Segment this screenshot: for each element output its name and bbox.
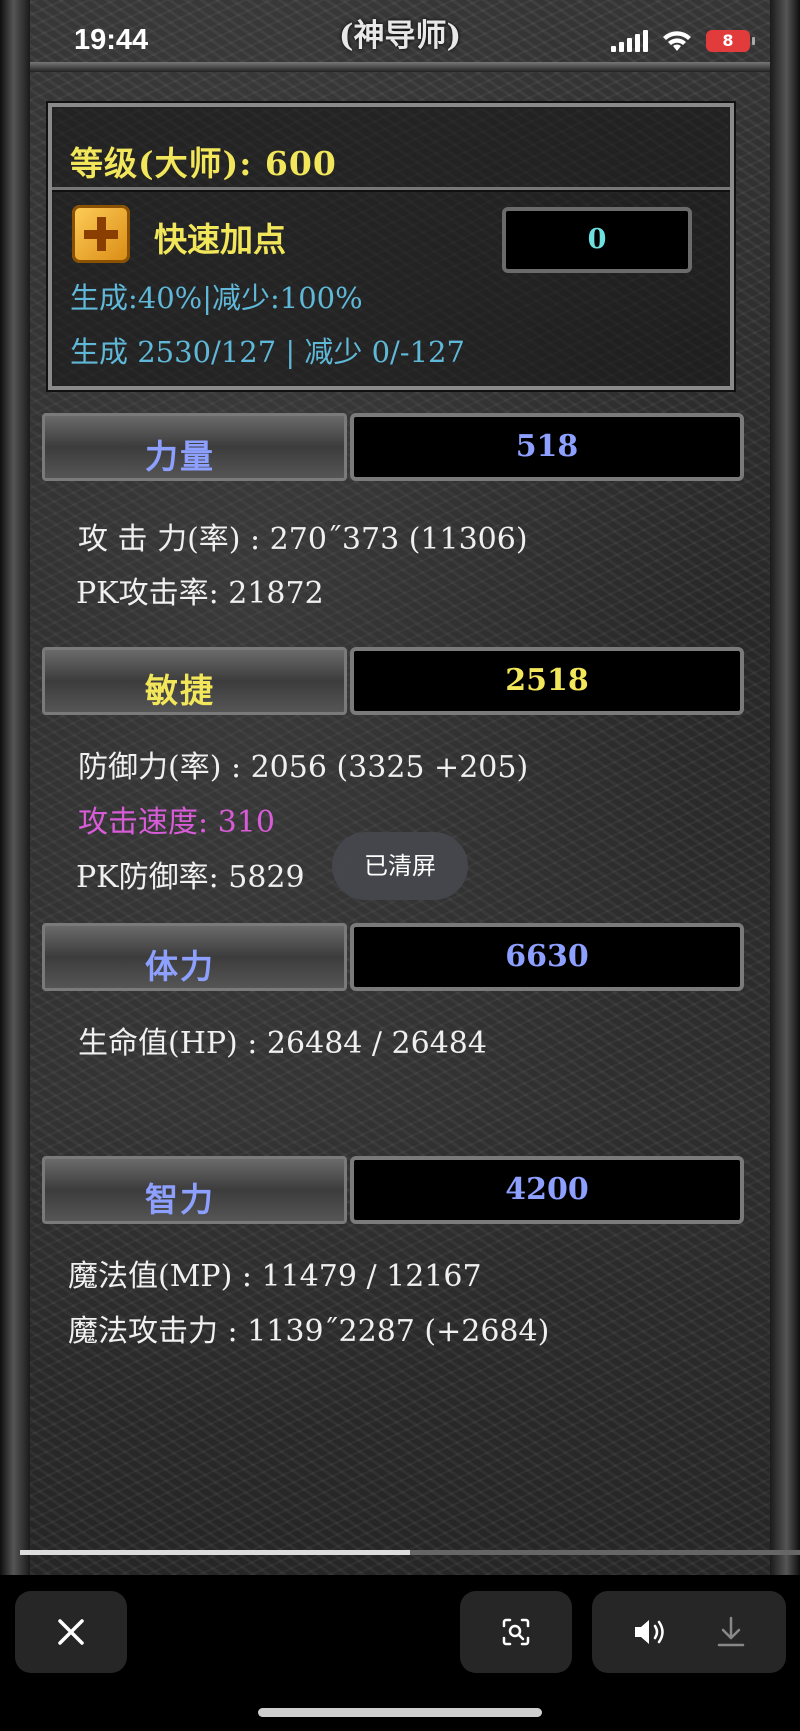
generation-amount-text: 生成 2530/127 | 减少 0/-127 [70,335,465,369]
home-indicator[interactable] [258,1708,542,1717]
stat-name-label: 力量 [145,437,215,476]
volume-icon[interactable] [631,1616,671,1648]
screen-cleared-toast: 已清屏 [332,832,468,900]
stat-name-label: 体力 [145,947,215,986]
attack-speed-line: 攻击速度: 310 [78,805,275,840]
stat-name-button[interactable]: 力量 [42,413,347,481]
quick-add-plus-icon[interactable] [72,205,130,263]
game-screen: 19:44 (神导师) 8 等级(大师): 600 快速加点 0 生成:40%|… [0,0,800,1575]
frame-left-border [0,0,30,1575]
screenshot-scan-icon [502,1618,530,1646]
frame-top-border [30,62,770,72]
level-row: 等级(大师): 600 [52,107,730,190]
stat-name-label: 敏捷 [145,671,215,710]
battery-icon: 8 [706,30,755,52]
stat-bar-stamina[interactable]: 体力 6630 [42,923,744,991]
stat-name-label: 智力 [145,1180,215,1219]
hp-line: 生命值(HP) : 26484 / 26484 [78,1026,487,1061]
status-icons: 8 [611,30,755,52]
stat-bar-agility[interactable]: 敏捷 2518 [42,647,744,715]
magic-attack-line: 魔法攻击力 : 1139˝2287 (+2684) [68,1314,550,1349]
level-label: 等级(大师): 600 [70,144,337,183]
cellular-signal-icon [611,30,648,52]
pk-defense-rate-line: PK防御率: 5829 [76,860,305,895]
free-points-field[interactable]: 0 [502,207,692,273]
video-progress-bar[interactable] [20,1550,800,1555]
stat-value-field[interactable]: 2518 [350,647,744,715]
stat-bar-strength[interactable]: 力量 518 [42,413,744,481]
stat-bar-intelligence[interactable]: 智力 4200 [42,1156,744,1224]
frame-right-border [770,0,800,1575]
bottom-toolbar [0,1575,800,1731]
stat-value-field[interactable]: 6630 [350,923,744,991]
stat-name-button[interactable]: 敏捷 [42,647,347,715]
media-controls [592,1591,786,1673]
screenshot-scan-button[interactable] [460,1591,572,1673]
mp-line: 魔法值(MP) : 11479 / 12167 [68,1259,482,1294]
generation-rate-text: 生成:40%|减少:100% [70,281,363,315]
stat-value-field[interactable]: 4200 [350,1156,744,1224]
stat-name-button[interactable]: 智力 [42,1156,347,1224]
stat-name-button[interactable]: 体力 [42,923,347,991]
defense-line: 防御力(率) : 2056 (3325 +205) [78,750,529,785]
attribute-summary-panel: 等级(大师): 600 快速加点 0 生成:40%|减少:100% 生成 253… [48,103,734,390]
pk-attack-rate-line: PK攻击率: 21872 [76,576,324,611]
quick-add-label: 快速加点 [154,220,286,259]
close-button[interactable] [15,1591,127,1673]
stat-value-field[interactable]: 518 [350,413,744,481]
status-bar: 19:44 (神导师) 8 [0,0,800,60]
close-icon [58,1619,84,1645]
video-progress-fill [20,1550,410,1555]
download-icon[interactable] [715,1615,747,1649]
wifi-icon [663,31,691,51]
attack-power-line: 攻 击 力(率) : 270˝373 (11306) [78,522,528,557]
